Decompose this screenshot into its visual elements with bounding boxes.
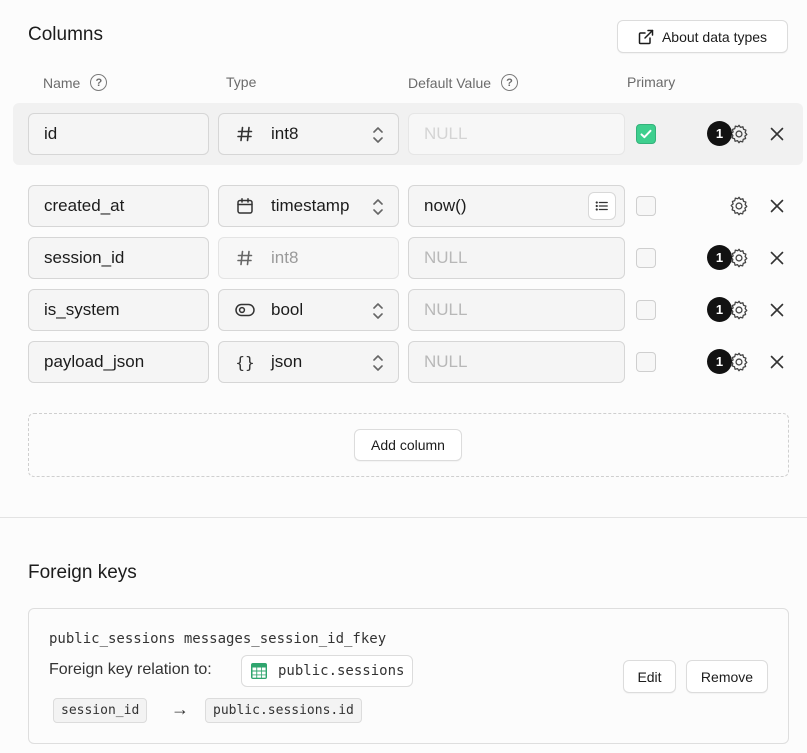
close-icon[interactable]: [770, 303, 784, 317]
hash-icon: [235, 249, 255, 267]
count-badge: 1: [707, 121, 732, 146]
column-type-value: bool: [271, 300, 304, 319]
column-name-input[interactable]: id: [28, 113, 209, 155]
fk-remove-button[interactable]: Remove: [686, 660, 768, 693]
fk-relation-label: Foreign key relation to:: [49, 661, 212, 678]
external-link-icon: [638, 29, 654, 44]
fk-target-table-chip[interactable]: public.sessions: [241, 655, 414, 687]
column-name-value: id: [44, 124, 58, 143]
close-icon[interactable]: [770, 199, 784, 213]
header-default-value-label: Default Value: [408, 74, 492, 91]
fk-edit-button[interactable]: Edit: [623, 660, 676, 693]
help-icon[interactable]: ?: [501, 74, 519, 91]
column-default-value: NULL: [424, 352, 468, 371]
section-divider: [0, 517, 807, 518]
column-name-input[interactable]: created_at: [28, 185, 209, 227]
fk-target-table: public.sessions: [278, 663, 405, 679]
column-name-input[interactable]: is_system: [28, 289, 209, 331]
gear-icon[interactable]: [728, 195, 750, 217]
header-primary-label: Primary: [627, 74, 676, 90]
column-default-value: NULL: [424, 124, 468, 143]
columns-title: Columns: [28, 24, 103, 45]
about-data-types-label: About data types: [661, 28, 768, 45]
header-type-label: Type: [226, 74, 257, 90]
column-type-select[interactable]: {} json: [218, 341, 399, 383]
column-default-input[interactable]: NULL: [408, 113, 625, 155]
count-badge: 1: [707, 349, 732, 374]
column-type-value: int8: [271, 248, 299, 267]
list-icon: [595, 201, 608, 211]
column-name-input[interactable]: session_id: [28, 237, 209, 279]
braces-icon: {}: [235, 352, 255, 372]
column-name-value: session_id: [44, 248, 125, 267]
primary-key-checkbox[interactable]: [636, 300, 656, 320]
table-icon: [251, 663, 267, 679]
count-badge: 1: [707, 245, 732, 270]
column-name-input[interactable]: payload_json: [28, 341, 209, 383]
calendar-icon: [235, 197, 255, 215]
check-icon: [637, 125, 655, 143]
column-name-value: payload_json: [44, 352, 145, 371]
header-type: Type: [226, 74, 256, 90]
header-default-value: Default Value ?: [408, 74, 519, 91]
close-icon[interactable]: [770, 355, 784, 369]
column-type-value: json: [271, 352, 303, 371]
column-default-input[interactable]: now(): [408, 185, 625, 227]
fk-constraint-name: public_sessions messages_session_id_fkey: [49, 631, 387, 647]
chevron-up-down-icon: [373, 199, 383, 215]
column-name-value: is_system: [44, 300, 120, 319]
help-icon[interactable]: ?: [90, 74, 108, 91]
about-data-types-button[interactable]: About data types: [617, 20, 788, 53]
fk-source-column: session_id: [53, 698, 148, 723]
column-default-input[interactable]: NULL: [408, 289, 625, 331]
close-icon[interactable]: [770, 127, 784, 141]
chevron-up-down-icon: [373, 127, 383, 143]
primary-key-checkbox[interactable]: [636, 124, 656, 144]
column-default-value: NULL: [424, 248, 468, 267]
column-default-input[interactable]: NULL: [408, 341, 625, 383]
count-badge: 1: [707, 297, 732, 322]
default-suggestions-button[interactable]: [588, 192, 616, 220]
column-name-value: created_at: [44, 196, 125, 215]
close-icon[interactable]: [770, 251, 784, 265]
column-type-select: int8: [218, 237, 399, 279]
column-default-value: now(): [424, 196, 467, 215]
column-default-value: NULL: [424, 300, 468, 319]
foreign-keys-title: Foreign keys: [28, 562, 137, 583]
primary-key-checkbox[interactable]: [636, 196, 656, 216]
foreign-key-card: public_sessions messages_session_id_fkey…: [28, 608, 789, 744]
header-primary: Primary: [627, 74, 675, 90]
header-name-label: Name: [43, 74, 81, 91]
add-column-button[interactable]: Add column: [354, 429, 462, 461]
chevron-up-down-icon: [373, 355, 383, 371]
header-name: Name ?: [43, 74, 108, 91]
primary-key-checkbox[interactable]: [636, 352, 656, 372]
column-type-value: timestamp: [271, 196, 350, 215]
column-type-select[interactable]: int8: [218, 113, 399, 155]
primary-key-checkbox[interactable]: [636, 248, 656, 268]
column-type-select[interactable]: bool: [218, 289, 399, 331]
column-default-input[interactable]: NULL: [408, 237, 625, 279]
chevron-up-down-icon: [373, 303, 383, 319]
toggle-icon: [235, 303, 255, 317]
hash-icon: [235, 125, 255, 143]
fk-target-column: public.sessions.id: [205, 698, 362, 723]
column-type-select[interactable]: timestamp: [218, 185, 399, 227]
column-type-value: int8: [271, 124, 299, 143]
arrow-right-icon: →: [171, 699, 189, 719]
